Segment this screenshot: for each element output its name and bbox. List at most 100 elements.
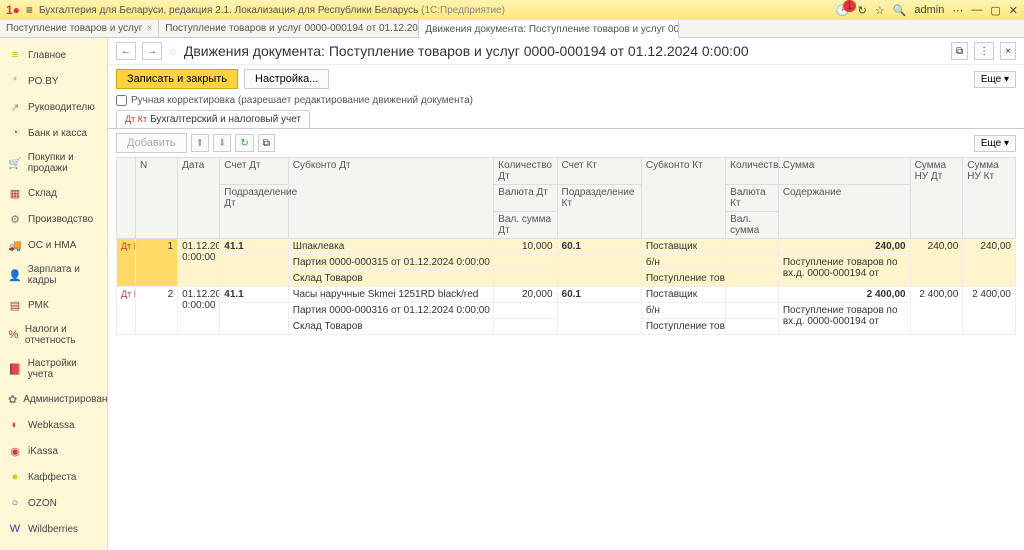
grid-command-bar: Добавить ⬆ ⬇ ↻ ⧉ Еще ▾	[108, 129, 1024, 157]
sidebar-item-9[interactable]: ▤ РМК	[0, 292, 107, 318]
настройки учета-icon: 📕	[8, 362, 22, 376]
sidebar-item-14[interactable]: ◉iKassa	[0, 438, 107, 464]
tab-0[interactable]: Поступление товаров и услуг×	[0, 20, 159, 37]
склад-icon: ▦	[8, 186, 22, 200]
settings-button[interactable]: Настройка...	[244, 69, 329, 89]
sidebar-item-8[interactable]: 👤 Зарплата и кадры	[0, 258, 107, 292]
manual-edit-checkbox[interactable]	[116, 95, 127, 106]
menu-icon[interactable]: ≡	[26, 3, 33, 17]
search-icon[interactable]: 🔍	[893, 4, 907, 17]
close-icon[interactable]: ✕	[1009, 4, 1018, 17]
add-row-button[interactable]: Добавить	[116, 133, 187, 153]
зарплата и кадры-icon: 👤	[8, 268, 22, 282]
sidebar-item-label: Администрирование	[23, 394, 108, 405]
manual-edit-checkbox-row: Ручная корректировка (разрешает редактир…	[108, 93, 1024, 108]
favorite-icon[interactable]: ☆	[875, 4, 885, 17]
app-title: Бухгалтерия для Беларуси, редакция 2.1. …	[39, 5, 830, 16]
sidebar-item-7[interactable]: 🚚 ОС и НМА	[0, 232, 107, 258]
subtab-accounting[interactable]: Дт КтБухгалтерский и налоговый учет	[116, 110, 310, 128]
sidebar-item-3[interactable]: ◔Банк и касса	[0, 120, 107, 146]
app-logo-icon: 1●	[6, 3, 20, 17]
minimize-icon[interactable]: —	[971, 4, 982, 16]
sidebar-item-label: Wildberries	[28, 524, 78, 535]
главное-icon: ≡	[8, 48, 22, 62]
sidebar-item-label: Склад	[28, 188, 57, 199]
sidebar-item-label: Руководителю	[28, 102, 95, 113]
table-row[interactable]: Партия 0000-000315 от 01.12.2024 0:00:00…	[117, 255, 1016, 271]
банк и касса-icon: ◔	[8, 126, 22, 140]
webkassa-icon: ◐	[8, 418, 22, 432]
page-title: Движения документа: Поступление товаров …	[184, 43, 749, 59]
close-icon[interactable]: ×	[146, 23, 152, 34]
рмк-icon: ▤	[8, 298, 22, 312]
ikassa-icon: ◉	[8, 444, 22, 458]
move-down-button[interactable]: ⬇	[213, 134, 231, 152]
options-icon[interactable]: ⋯	[952, 4, 963, 17]
close-icon[interactable]: ×	[1000, 42, 1016, 60]
sidebar-item-label: Покупки и продажи	[28, 152, 99, 174]
user-label[interactable]: admin	[914, 4, 944, 16]
notifications-icon[interactable]: 🕑1	[836, 4, 850, 17]
sidebar-item-label: Налоги и отчетность	[25, 324, 99, 346]
ozon-icon: ○	[8, 496, 22, 510]
table-row[interactable]: Дт Кт101.12.2024 0:00:0041.1Шпаклевка10,…	[117, 239, 1016, 255]
sidebar-item-1[interactable]: * PO.BY	[0, 68, 107, 94]
sidebar-item-16[interactable]: ○ OZON	[0, 490, 107, 516]
sidebar-item-10[interactable]: % Налоги и отчетность	[0, 318, 107, 352]
tab-1[interactable]: Поступление товаров и услуг 0000-000194 …	[159, 20, 419, 37]
copy-button[interactable]: ⧉	[258, 134, 275, 152]
sidebar-item-6[interactable]: ⚙Производство	[0, 206, 107, 232]
sidebar-item-11[interactable]: 📕 Настройки учета	[0, 352, 107, 386]
content-area: ← → ☆ Движения документа: Поступление то…	[108, 38, 1024, 550]
sidebar-item-2[interactable]: ↗ Руководителю	[0, 94, 107, 120]
sidebar: ≡Главное * PO.BY ↗ Руководителю ◔Банк и касса…	[0, 38, 108, 550]
sidebar-item-4[interactable]: 🛒 Покупки и продажи	[0, 146, 107, 180]
покупки и продажи-icon: 🛒	[8, 156, 22, 170]
refresh-button[interactable]: ↻	[235, 134, 253, 152]
more-button[interactable]: Еще ▾	[974, 71, 1016, 88]
manual-edit-label: Ручная корректировка (разрешает редактир…	[131, 95, 473, 106]
move-up-button[interactable]: ⬆	[191, 134, 209, 152]
nav-fwd-button[interactable]: →	[142, 42, 162, 60]
history-icon[interactable]: ↻	[858, 4, 867, 17]
save-close-button[interactable]: Записать и закрыть	[116, 69, 238, 89]
ledger-icon: Дт Кт	[125, 114, 147, 124]
sidebar-item-label: OZON	[28, 498, 57, 509]
command-bar: Записать и закрыть Настройка... Еще ▾	[108, 65, 1024, 93]
sidebar-item-label: Зарплата и кадры	[28, 264, 99, 286]
ос и нма-icon: 🚚	[8, 238, 22, 252]
налоги и отчетность-icon: %	[8, 328, 19, 342]
администрирование-icon: ✿	[8, 392, 17, 406]
sidebar-item-label: Производство	[28, 214, 93, 225]
document-header: ← → ☆ Движения документа: Поступление то…	[108, 38, 1024, 65]
star-icon[interactable]: ☆	[168, 45, 178, 58]
sidebar-item-label: ОС и НМА	[28, 240, 76, 251]
tab-2[interactable]: Движения документа: Поступление товаров …	[419, 21, 679, 38]
sidebar-item-label: PO.BY	[28, 76, 59, 87]
sidebar-item-0[interactable]: ≡Главное	[0, 42, 107, 68]
руководителю-icon: ↗	[8, 100, 22, 114]
maximize-icon[interactable]: ▢	[990, 4, 1000, 17]
subtabbar: Дт КтБухгалтерский и налоговый учет	[108, 110, 1024, 129]
sidebar-item-12[interactable]: ✿ Администрирование	[0, 386, 107, 412]
sidebar-item-15[interactable]: ● Каффеста	[0, 464, 107, 490]
table-row[interactable]: Дт Кт201.12.2024 0:00:0041.1Часы наручны…	[117, 287, 1016, 303]
sidebar-item-5[interactable]: ▦ Склад	[0, 180, 107, 206]
titlebar: 1● ≡ Бухгалтерия для Беларуси, редакция …	[0, 0, 1024, 20]
nav-back-button[interactable]: ←	[116, 42, 136, 60]
sidebar-item-label: РМК	[28, 300, 49, 311]
more-actions-icon[interactable]: ⋮	[974, 42, 994, 60]
open-window-icon[interactable]: ⧉	[951, 42, 968, 60]
sidebar-item-13[interactable]: ◐ Webkassa	[0, 412, 107, 438]
table-row[interactable]: Партия 0000-000316 от 01.12.2024 0:00:00…	[117, 303, 1016, 319]
sidebar-item-label: Webkassa	[28, 420, 75, 431]
movements-grid[interactable]: N Дата Счет Дт Субконто Дт Количество Дт…	[116, 157, 1016, 335]
sidebar-item-label: Настройки учета	[28, 358, 99, 380]
title-right-controls: 🕑1 ↻ ☆ 🔍 admin ⋯ — ▢ ✕	[836, 4, 1018, 17]
sidebar-item-label: Каффеста	[28, 472, 76, 483]
sidebar-item-17[interactable]: WWildberries	[0, 516, 107, 542]
grid-more-button[interactable]: Еще ▾	[974, 135, 1016, 152]
tabbar: Поступление товаров и услуг× Поступление…	[0, 20, 1024, 38]
каффеста-icon: ●	[8, 470, 22, 484]
po.by-icon: *	[8, 74, 22, 88]
